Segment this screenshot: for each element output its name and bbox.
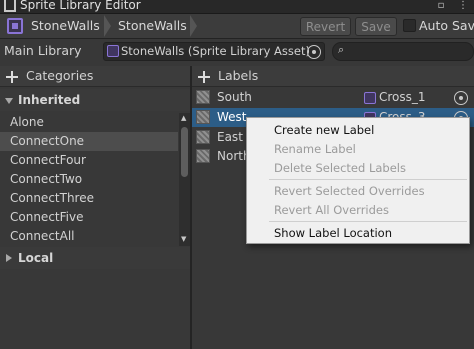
categories-panel: Inherited Alone ConnectOne ConnectFour C…	[0, 88, 190, 349]
category-list: Alone ConnectOne ConnectFour ConnectTwo …	[0, 113, 178, 246]
revert-selected-overrides-menu-item[interactable]: Revert Selected Overrides	[274, 182, 425, 200]
save-button[interactable]: Save	[355, 17, 397, 36]
main-library-row: Main Library StoneWalls (Sprite Library …	[0, 40, 474, 64]
category-item[interactable]: ConnectAll	[0, 227, 178, 246]
menu-separator	[269, 179, 467, 180]
window-titlebar: Sprite Library Editor ▫ ⋮	[0, 0, 474, 14]
add-category-icon[interactable]	[6, 71, 18, 83]
local-section[interactable]: Local	[0, 247, 190, 269]
sprite-thumbnail	[196, 130, 210, 144]
main-library-value: StoneWalls (Sprite Library Asset)	[121, 44, 310, 58]
object-picker-icon[interactable]	[454, 91, 468, 105]
breadcrumb-label-1: StoneWalls	[31, 15, 100, 37]
create-new-label-menu-item[interactable]: Create new Label	[274, 121, 374, 139]
lock-icon[interactable]: ▫	[436, 0, 446, 12]
breadcrumb-item-1[interactable]: StoneWalls	[0, 15, 110, 37]
window-tab-icon	[4, 0, 16, 12]
sprite-library-asset-icon	[107, 45, 119, 57]
triangle-right-icon	[6, 254, 12, 262]
delete-selected-labels-menu-item[interactable]: Delete Selected Labels	[274, 159, 406, 177]
search-icon: ⌕	[338, 43, 345, 56]
triangle-down-icon	[5, 98, 13, 104]
main-library-label: Main Library	[4, 43, 82, 58]
scroll-down-arrow-icon[interactable]: ▼	[181, 235, 186, 243]
menu-separator	[269, 221, 467, 222]
label-name: West	[217, 110, 247, 124]
label-row[interactable]: South Cross_1	[192, 88, 474, 107]
sprite-name: Cross_1	[379, 90, 426, 104]
show-label-location-menu-item[interactable]: Show Label Location	[274, 224, 392, 242]
revert-all-overrides-menu-item[interactable]: Revert All Overrides	[274, 201, 389, 219]
category-item[interactable]: ConnectFour	[0, 151, 178, 170]
auto-save-label: Auto Save	[419, 18, 474, 33]
object-picker-icon[interactable]	[307, 45, 321, 59]
labels-title: Labels	[218, 68, 259, 83]
breadcrumb-label-2[interactable]: StoneWalls	[118, 15, 187, 37]
scrollbar-thumb[interactable]	[181, 127, 188, 177]
breadcrumb-separator	[190, 15, 197, 37]
category-item[interactable]: ConnectTwo	[0, 170, 178, 189]
search-field[interactable]: ⌕	[332, 42, 474, 61]
inherited-section[interactable]: Inherited	[0, 89, 190, 111]
category-item[interactable]: Alone	[0, 113, 178, 132]
add-label-icon[interactable]	[198, 71, 210, 83]
sprite-thumbnail	[196, 90, 210, 104]
local-section-label: Local	[18, 251, 54, 265]
category-item[interactable]: ConnectThree	[0, 189, 178, 208]
category-item-selected[interactable]: ConnectOne	[0, 132, 178, 151]
category-scrollbar[interactable]: ▲ ▼	[179, 113, 190, 246]
main-library-object-field[interactable]: StoneWalls (Sprite Library Asset)	[103, 42, 325, 61]
context-menu: Create new Label Rename Label Delete Sel…	[246, 117, 470, 244]
rename-label-menu-item[interactable]: Rename Label	[274, 140, 356, 158]
revert-button[interactable]: Revert	[300, 17, 351, 36]
category-item[interactable]: ConnectFive	[0, 208, 178, 227]
sprite-thumbnail	[196, 110, 210, 124]
labels-header: Labels	[192, 66, 474, 87]
more-options-icon[interactable]: ⋮	[458, 0, 468, 12]
sprite-thumbnail	[196, 149, 210, 163]
scroll-up-arrow-icon[interactable]: ▲	[181, 114, 186, 122]
categories-title: Categories	[26, 68, 94, 83]
auto-save-checkbox[interactable]	[403, 19, 416, 32]
categories-header: Categories	[0, 66, 190, 87]
inherited-section-label: Inherited	[18, 93, 81, 107]
toolbar: StoneWalls StoneWalls Revert Save Auto S…	[0, 14, 474, 39]
window-title: Sprite Library Editor	[20, 0, 141, 12]
label-name: South	[217, 90, 252, 104]
sprite-library-asset-icon	[7, 18, 23, 34]
breadcrumb-separator	[104, 15, 111, 37]
sprite-icon	[364, 92, 376, 104]
label-name: East	[217, 130, 243, 144]
sprite-object-field[interactable]: Cross_1	[362, 89, 450, 106]
